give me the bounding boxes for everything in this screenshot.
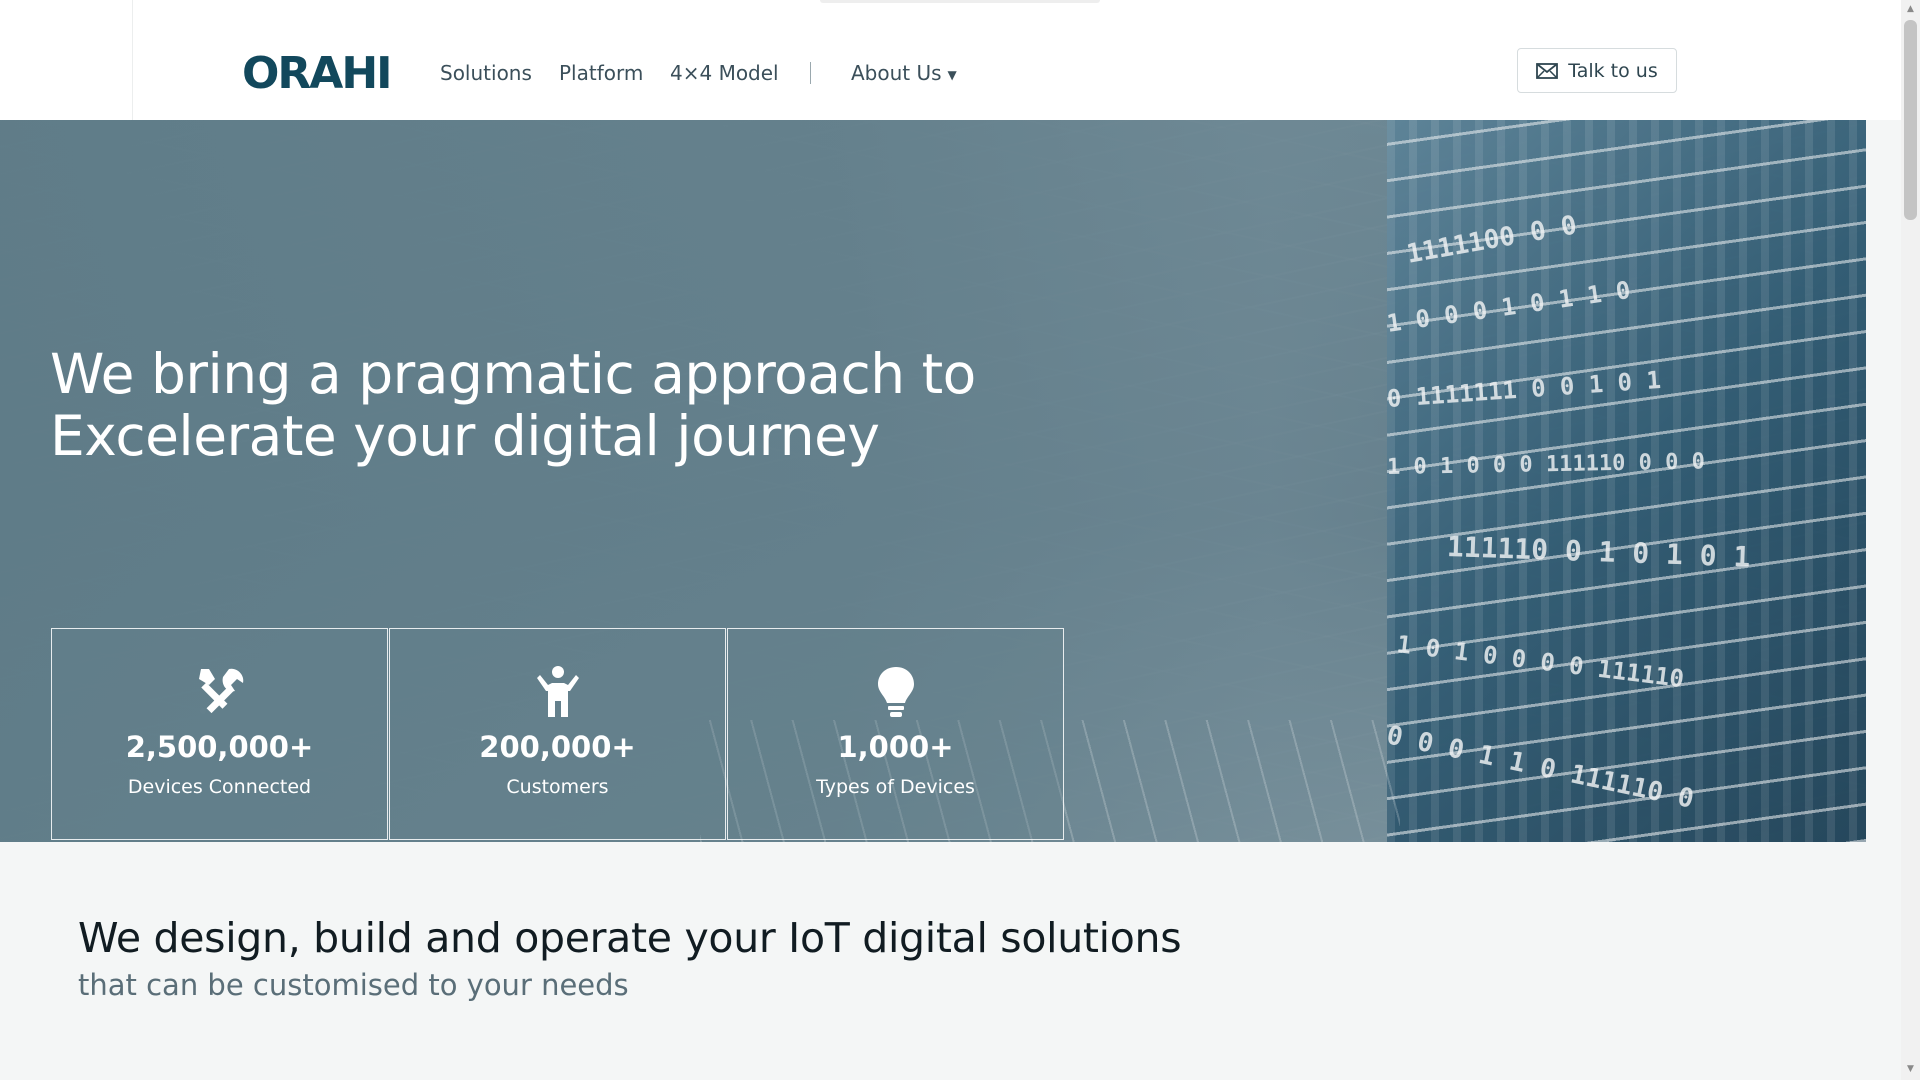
intro-section: We design, build and operate your IoT di… — [0, 842, 1901, 1080]
binary-decoration: 1 0 0 0 1 0 1 1 0 — [1385, 275, 1633, 338]
binary-decoration: 1 0 1 0 0 0 0 111110 — [1395, 630, 1686, 694]
stat-label: Customers — [506, 776, 609, 798]
nav-4x4-model[interactable]: 4×4 Model — [670, 60, 779, 86]
header-top-shadow — [820, 0, 1100, 3]
talk-to-us-button[interactable]: Talk to us — [1517, 48, 1677, 93]
binary-decoration: 111110 0 1 0 1 0 1 — [1446, 530, 1751, 574]
nav-solutions[interactable]: Solutions — [440, 60, 532, 86]
hero-title: We bring a pragmatic approach to Exceler… — [50, 343, 976, 467]
page-scrollbar[interactable]: ▲ ▼ — [1901, 0, 1920, 1080]
lightbulb-icon — [868, 664, 924, 720]
scroll-up-icon[interactable]: ▲ — [1905, 4, 1916, 14]
stat-value: 200,000+ — [479, 730, 636, 764]
binary-decoration: 0 0 0 1 1 0 111110 0 — [1383, 720, 1697, 815]
hero-title-line-1: We bring a pragmatic approach to — [50, 342, 976, 406]
talk-to-us-label: Talk to us — [1568, 59, 1658, 82]
stat-label: Types of Devices — [816, 776, 975, 798]
binary-decoration: 1111100 0 0 — [1404, 210, 1580, 270]
hero-data-image: 1111100 0 0 1 0 0 0 1 0 1 1 0 0 1111111 … — [1383, 120, 1866, 842]
caret-down-icon: ▼ — [947, 67, 957, 82]
tools-icon — [192, 664, 248, 720]
mail-icon — [1536, 62, 1559, 79]
nav-platform[interactable]: Platform — [559, 60, 643, 86]
section-subtitle: that can be customised to your needs — [78, 968, 629, 1002]
stat-card-devices-connected: 2,500,000+ Devices Connected — [51, 628, 388, 840]
nav-about-us[interactable]: About Us ▼ — [851, 60, 957, 88]
section-title: We design, build and operate your IoT di… — [78, 914, 1182, 962]
stat-value: 2,500,000+ — [125, 730, 314, 764]
person-icon — [530, 664, 586, 720]
orahi-logo[interactable]: ORAHI — [242, 50, 393, 98]
stat-label: Devices Connected — [127, 776, 312, 798]
stat-card-customers: 200,000+ Customers — [389, 628, 726, 840]
binary-decoration: 0 1111111 0 0 1 0 1 — [1386, 365, 1662, 413]
header-divider — [132, 0, 133, 120]
nav-separator — [810, 62, 811, 84]
hero-banner: 1111100 0 0 1 0 0 0 1 0 1 1 0 0 1111111 … — [0, 120, 1866, 842]
hero-title-line-2: Excelerate your digital journey — [50, 404, 880, 468]
binary-decoration: 1 0 1 0 0 0 111110 0 0 0 — [1386, 449, 1706, 480]
stat-value: 1,000+ — [837, 730, 954, 764]
stat-card-types-of-devices: 1,000+ Types of Devices — [727, 628, 1064, 840]
scroll-thumb[interactable] — [1904, 20, 1917, 220]
scroll-down-icon[interactable]: ▼ — [1905, 1064, 1916, 1074]
site-header: ORAHI Solutions Platform 4×4 Model About… — [0, 0, 1901, 120]
stats-row: 2,500,000+ Devices Connected 200,000+ Cu… — [51, 628, 1065, 840]
nav-about-us-label: About Us — [851, 61, 942, 85]
